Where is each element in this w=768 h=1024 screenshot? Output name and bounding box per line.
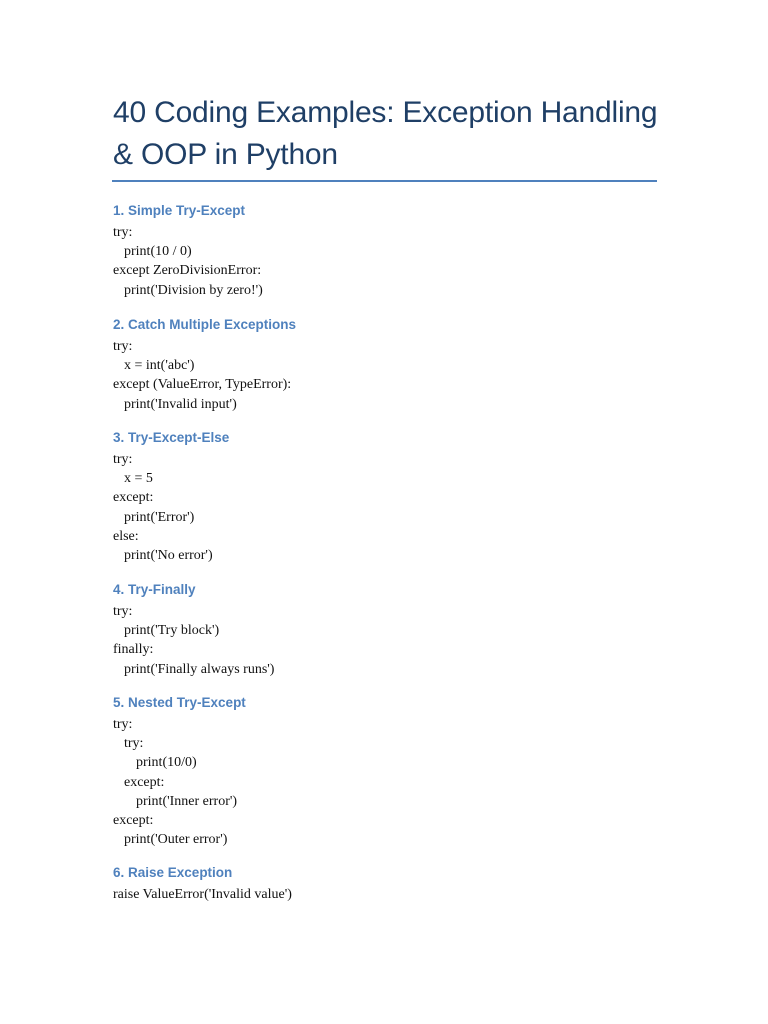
- section-heading: 6. Raise Exception: [113, 865, 233, 880]
- code-line: x = 5: [124, 471, 153, 487]
- code-block: try: x = int('abc') except (ValueError, …: [113, 337, 673, 414]
- code-line: print('Finally always runs'): [124, 661, 275, 677]
- code-line: print('Invalid input'): [124, 396, 237, 412]
- code-line: print(10 / 0): [124, 244, 192, 260]
- code-line: print('Error'): [124, 509, 195, 525]
- code-line: finally:: [113, 642, 154, 658]
- code-block: try: x = 5 except: print('Error') else: …: [113, 450, 673, 565]
- code-block: try: print('Try block') finally: print('…: [113, 602, 673, 679]
- code-line: else:: [113, 528, 139, 544]
- code-line: print('Inner error'): [136, 793, 238, 809]
- code-line: try:: [113, 604, 133, 619]
- example-section-6: 6. Raise Exception raise ValueError('Inv…: [113, 863, 673, 904]
- section-heading: 2. Catch Multiple Exceptions: [113, 317, 297, 332]
- code-line: print('No error'): [124, 548, 213, 564]
- section-heading: 3. Try-Except-Else: [113, 430, 230, 445]
- code-line: x = int('abc'): [124, 358, 195, 374]
- code-line: except ZeroDivisionError:: [113, 263, 262, 279]
- code-line: try:: [113, 339, 133, 354]
- code-line: print('Try block'): [124, 623, 220, 639]
- code-line: print('Division by zero!'): [124, 282, 263, 298]
- code-block: try: try: print(10/0) except: print('Inn…: [113, 715, 673, 849]
- example-section-2: 2. Catch Multiple Exceptions try: x = in…: [113, 315, 673, 414]
- document-title: 40 Coding Examples: Exception Handling &…: [113, 96, 658, 171]
- example-section-4: 4. Try-Finally try: print('Try block') f…: [113, 580, 673, 679]
- document-page: 40 Coding Examples: Exception Handling &…: [0, 0, 768, 1024]
- code-line: print('Outer error'): [124, 832, 228, 848]
- code-line: try:: [124, 736, 144, 752]
- code-line: try:: [113, 717, 133, 732]
- code-block: try: print(10 / 0) except ZeroDivisionEr…: [113, 223, 673, 300]
- section-heading: 4. Try-Finally: [113, 582, 196, 597]
- example-section-3: 3. Try-Except-Else try: x = 5 except: pr…: [113, 428, 673, 565]
- code-line: print(10/0): [136, 755, 197, 771]
- code-line: try:: [113, 225, 133, 240]
- example-section-1: 1. Simple Try-Except try: print(10 / 0) …: [113, 201, 673, 300]
- code-line: except:: [113, 490, 154, 506]
- code-line: raise ValueError('Invalid value'): [113, 887, 292, 902]
- title-underline: [112, 180, 657, 182]
- example-section-5: 5. Nested Try-Except try: try: print(10/…: [113, 693, 673, 849]
- code-line: except (ValueError, TypeError):: [113, 377, 292, 393]
- code-line: except:: [124, 774, 165, 790]
- code-line: except:: [113, 813, 154, 829]
- code-block: raise ValueError('Invalid value'): [113, 885, 673, 904]
- section-heading: 5. Nested Try-Except: [113, 695, 246, 710]
- section-heading: 1. Simple Try-Except: [113, 203, 246, 218]
- code-line: try:: [113, 452, 133, 467]
